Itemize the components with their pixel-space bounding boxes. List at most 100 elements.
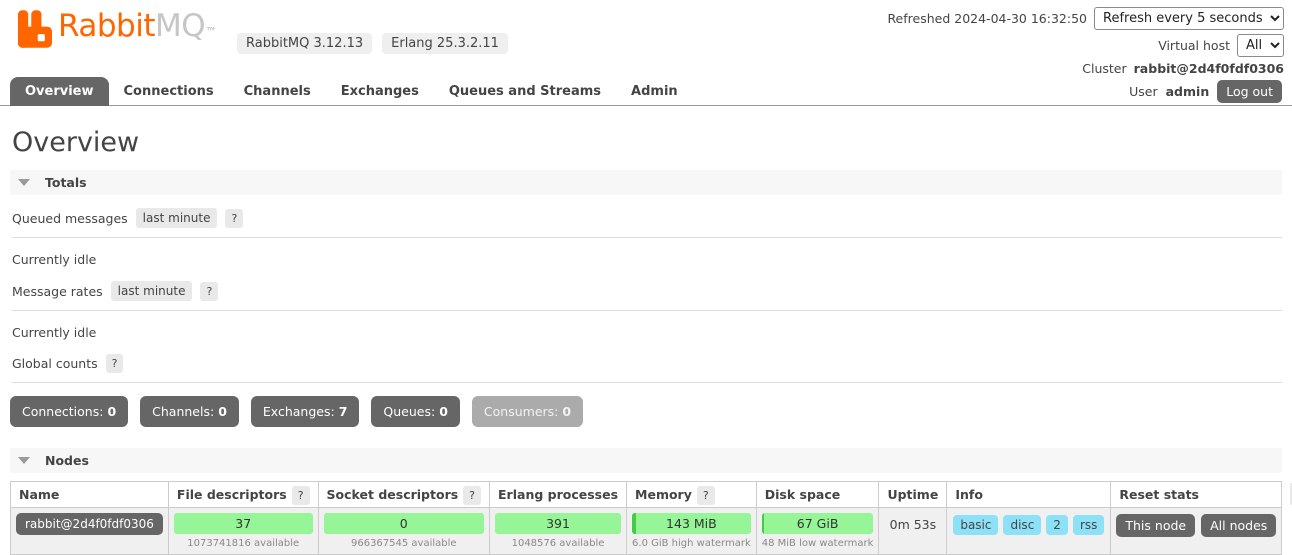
user-name: admin xyxy=(1165,83,1210,99)
col-erlang-processes: Erlang processes xyxy=(489,481,628,508)
disk-space-cell: 67 GiB 48 MiB low watermark xyxy=(755,507,880,555)
global-counts-help-icon[interactable]: ? xyxy=(105,354,124,373)
nodes-table-header-row: Name File descriptors? Socket descriptor… xyxy=(10,481,1283,508)
global-counts-row: Global counts ? xyxy=(12,354,1282,383)
disk-space-sub: 48 MiB low watermark xyxy=(761,538,874,549)
col-name: Name xyxy=(10,481,169,508)
col-info: Info xyxy=(946,481,1112,508)
collapse-triangle-icon xyxy=(18,457,30,464)
info-badge-cores: 2 xyxy=(1046,515,1068,535)
header-right-panel: Refreshed 2024-04-30 16:32:50 Refresh ev… xyxy=(887,7,1284,76)
rabbitmq-version-badge: RabbitMQ 3.12.13 xyxy=(237,33,373,54)
socket-descriptors-bar: 0 xyxy=(323,513,485,534)
rabbitmq-logo[interactable]: RabbitMQ™ xyxy=(18,6,217,52)
memory-bar: 143 MiB xyxy=(632,513,751,534)
logo-rabbit-text: Rabbit xyxy=(58,8,155,44)
message-rates-range-chip[interactable]: last minute xyxy=(110,281,193,301)
global-counts-buttons: Connections: 0 Channels: 0 Exchanges: 7 Que… xyxy=(10,396,1282,427)
connections-count-label: Connections: xyxy=(22,404,104,419)
tab-queues-and-streams[interactable]: Queues and Streams xyxy=(434,77,616,106)
info-cell: basic disc 2 rss xyxy=(946,507,1112,555)
message-rates-status: Currently idle xyxy=(12,325,97,340)
disk-used-indicator xyxy=(761,513,764,534)
cluster-name: rabbit@2d4f0fdf0306 xyxy=(1133,61,1284,76)
cluster-label: Cluster xyxy=(1082,61,1127,76)
collapse-triangle-icon xyxy=(18,179,30,186)
col-reset-stats: Reset stats xyxy=(1110,481,1283,508)
logout-button[interactable]: Log out xyxy=(1217,79,1282,103)
user-block: User admin Log out xyxy=(1129,79,1282,103)
col-file-descriptors: File descriptors? xyxy=(167,481,319,508)
queued-messages-help-icon[interactable]: ? xyxy=(225,208,244,228)
rabbitmq-rabbit-icon xyxy=(18,10,52,51)
consumers-count-value: 0 xyxy=(562,404,572,419)
file-descriptors-help-icon[interactable]: ? xyxy=(291,486,310,505)
exchanges-count-button[interactable]: Exchanges: 7 xyxy=(250,396,360,427)
message-rates-help-icon[interactable]: ? xyxy=(200,281,219,301)
channels-count-value: 0 xyxy=(218,404,227,419)
consumers-count-label: Consumers: xyxy=(483,404,559,419)
page-title: Overview xyxy=(12,127,140,158)
version-badges: RabbitMQ 3.12.13 Erlang 25.3.2.11 xyxy=(237,33,508,54)
logo-trademark: ™ xyxy=(205,25,217,39)
nodes-section-header[interactable]: Nodes xyxy=(10,448,1282,473)
consumers-count-button: Consumers: 0 xyxy=(471,396,584,427)
nodes-table-area: Name File descriptors? Socket descriptor… xyxy=(10,481,1292,555)
nodes-table: Name File descriptors? Socket descriptor… xyxy=(10,481,1283,555)
info-badge-basic: basic xyxy=(953,515,999,535)
logo-wordmark: RabbitMQ™ xyxy=(58,6,217,52)
queued-messages-status: Currently idle xyxy=(12,252,97,267)
totals-section-header[interactable]: Totals xyxy=(10,170,1282,195)
file-descriptors-bar: 37 xyxy=(173,513,313,534)
logo-mq-text: MQ xyxy=(154,8,206,44)
info-badge-disc: disc xyxy=(1003,515,1042,535)
reset-all-nodes-button[interactable]: All nodes xyxy=(1201,514,1277,537)
socket-descriptors-help-icon[interactable]: ? xyxy=(463,486,482,505)
page-header: RabbitMQ™ RabbitMQ 3.12.13 Erlang 25.3.2… xyxy=(0,0,1292,77)
nav-tabs: Overview Connections Channels Exchanges … xyxy=(10,76,693,106)
tab-channels[interactable]: Channels xyxy=(229,77,326,106)
col-memory: Memory? xyxy=(626,481,757,508)
queued-messages-label: Queued messages xyxy=(12,210,128,226)
virtual-host-select[interactable]: All xyxy=(1237,34,1284,57)
erlang-version-badge: Erlang 25.3.2.11 xyxy=(382,33,508,54)
tab-overview[interactable]: Overview xyxy=(10,76,109,106)
message-rates-label: Message rates xyxy=(12,283,103,299)
erlang-processes-bar: 391 xyxy=(495,513,622,534)
col-uptime: Uptime xyxy=(878,481,948,508)
file-descriptors-cell: 37 1073741816 available xyxy=(167,507,319,555)
node-name-cell: rabbit@2d4f0fdf0306 xyxy=(10,507,169,555)
node-name-badge[interactable]: rabbit@2d4f0fdf0306 xyxy=(16,513,163,535)
tab-exchanges[interactable]: Exchanges xyxy=(326,77,434,106)
memory-used-indicator xyxy=(632,513,637,534)
exchanges-count-value: 7 xyxy=(338,404,348,419)
col-socket-descriptors: Socket descriptors? xyxy=(317,481,491,508)
connections-count-button[interactable]: Connections: 0 xyxy=(10,396,129,427)
main-navigation: Overview Connections Channels Exchanges … xyxy=(0,76,1292,106)
file-descriptors-sub: 1073741816 available xyxy=(187,538,300,549)
queued-messages-range-chip[interactable]: last minute xyxy=(135,208,218,228)
socket-descriptors-cell: 0 966367545 available xyxy=(317,507,491,555)
reset-stats-cell: This node All nodes xyxy=(1110,507,1283,555)
disk-space-bar: 67 GiB xyxy=(761,513,874,534)
memory-help-icon[interactable]: ? xyxy=(696,486,715,505)
memory-cell: 143 MiB 6.0 GiB high watermark xyxy=(626,507,757,555)
channels-count-button[interactable]: Channels: 0 xyxy=(140,396,239,427)
refresh-interval-select[interactable]: Refresh every 5 seconds xyxy=(1094,7,1284,30)
erlang-processes-sub: 1048576 available xyxy=(511,538,605,549)
connections-count-value: 0 xyxy=(107,404,117,419)
col-disk-space: Disk space xyxy=(755,481,880,508)
tab-connections[interactable]: Connections xyxy=(109,77,229,106)
exchanges-count-label: Exchanges: xyxy=(262,404,335,419)
queues-count-value: 0 xyxy=(439,404,448,419)
memory-sub: 6.0 GiB high watermark xyxy=(632,538,751,549)
global-counts-label: Global counts xyxy=(12,356,98,371)
info-badge-rss: rss xyxy=(1072,515,1105,535)
message-rates-row: Message rates last minute ? xyxy=(12,281,1282,311)
queues-count-button[interactable]: Queues: 0 xyxy=(371,396,460,427)
node-row: rabbit@2d4f0fdf0306 37 1073741816 availa… xyxy=(10,507,1283,555)
reset-this-node-button[interactable]: This node xyxy=(1116,514,1196,537)
nodes-heading: Nodes xyxy=(45,453,89,468)
totals-heading: Totals xyxy=(45,175,87,190)
tab-admin[interactable]: Admin xyxy=(616,77,693,106)
